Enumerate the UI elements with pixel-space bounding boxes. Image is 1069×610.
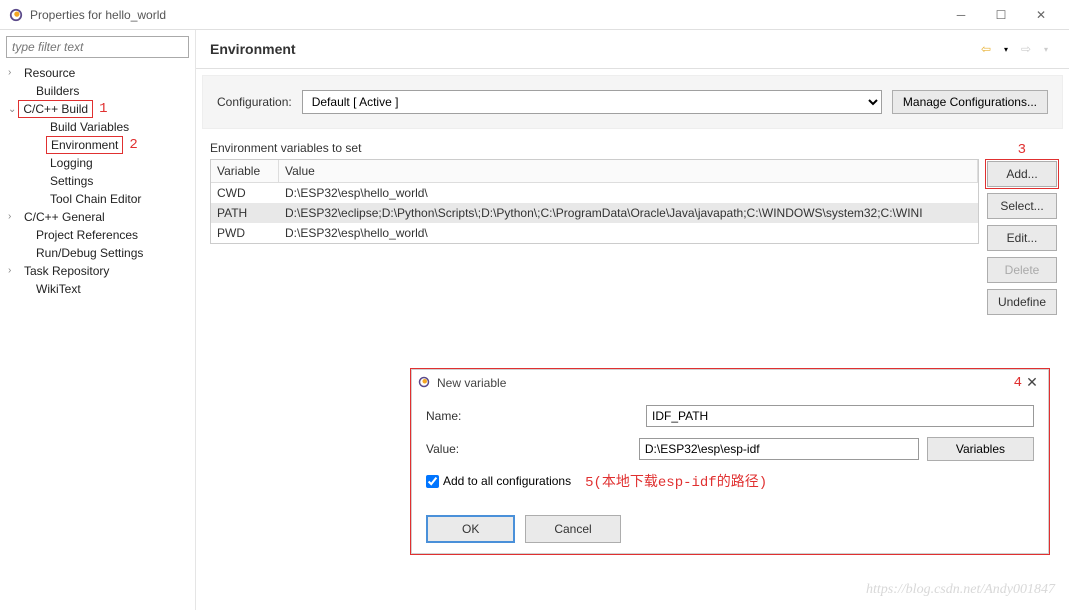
chevron-down-icon[interactable]: ⌄ bbox=[6, 104, 16, 115]
forward-dropdown-icon[interactable]: ▾ bbox=[1037, 40, 1055, 58]
tree-item-task-repo[interactable]: ›Task Repository bbox=[6, 262, 189, 280]
name-input[interactable] bbox=[646, 405, 1034, 427]
titlebar: Properties for hello_world ─ ☐ ✕ bbox=[0, 0, 1069, 30]
tree-item-ccpp-general[interactable]: ›C/C++ General bbox=[6, 208, 189, 226]
delete-button[interactable]: Delete bbox=[987, 257, 1057, 283]
add-all-configs-checkbox[interactable] bbox=[426, 475, 439, 488]
tree-item-build-variables[interactable]: Build Variables bbox=[6, 118, 189, 136]
tree-item-logging[interactable]: Logging bbox=[6, 154, 189, 172]
watermark: https://blog.csdn.net/Andy001847 bbox=[866, 582, 1055, 598]
dialog-title: New variable bbox=[437, 376, 844, 390]
annotation-4: 4 bbox=[1014, 375, 1022, 391]
property-tree: ›Resource Builders ⌄ C/C++ Build 1 Build… bbox=[6, 64, 189, 298]
page-title: Environment bbox=[210, 41, 977, 57]
annotation-5: 5(本地下载esp-idf的路径) bbox=[585, 471, 767, 491]
configuration-label: Configuration: bbox=[217, 95, 292, 109]
tree-item-run-debug[interactable]: Run/Debug Settings bbox=[6, 244, 189, 262]
edit-button[interactable]: Edit... bbox=[987, 225, 1057, 251]
variables-button[interactable]: Variables bbox=[927, 437, 1034, 461]
name-label: Name: bbox=[426, 409, 646, 423]
configuration-bar: Configuration: Default [ Active ] Manage… bbox=[202, 75, 1063, 129]
env-table: Variable Value CWD D:\ESP32\esp\hello_wo… bbox=[210, 159, 979, 244]
env-section-label: Environment variables to set bbox=[210, 141, 979, 155]
maximize-button[interactable]: ☐ bbox=[981, 1, 1021, 29]
tree-item-resource[interactable]: ›Resource bbox=[6, 64, 189, 82]
tree-item-ccpp-build[interactable]: C/C++ Build bbox=[18, 100, 93, 118]
eclipse-icon bbox=[8, 7, 24, 23]
configuration-select[interactable]: Default [ Active ] bbox=[302, 90, 882, 114]
column-variable[interactable]: Variable bbox=[211, 160, 279, 182]
cancel-button[interactable]: Cancel bbox=[525, 515, 620, 543]
tree-item-builders[interactable]: Builders bbox=[6, 82, 189, 100]
tree-item-settings[interactable]: Settings bbox=[6, 172, 189, 190]
annotation-3: 3 bbox=[1018, 142, 1026, 158]
minimize-button[interactable]: ─ bbox=[941, 1, 981, 29]
sidebar: ›Resource Builders ⌄ C/C++ Build 1 Build… bbox=[0, 30, 196, 610]
tree-item-wikitext[interactable]: WikiText bbox=[6, 280, 189, 298]
undefine-button[interactable]: Undefine bbox=[987, 289, 1057, 315]
annotation-2: 2 bbox=[129, 137, 137, 153]
add-button[interactable]: 3 Add... bbox=[987, 161, 1057, 187]
dialog-close-button[interactable]: ✕ bbox=[1022, 374, 1042, 391]
ok-button[interactable]: OK bbox=[426, 515, 515, 543]
table-row[interactable]: PWD D:\ESP32\esp\hello_world\ bbox=[211, 223, 978, 243]
checkbox-label: Add to all configurations bbox=[443, 474, 571, 488]
eclipse-icon bbox=[418, 376, 432, 390]
forward-arrow-icon[interactable]: ⇨ bbox=[1017, 40, 1035, 58]
table-row[interactable]: PATH D:\ESP32\eclipse;D:\Python\Scripts\… bbox=[211, 203, 978, 223]
manage-configurations-button[interactable]: Manage Configurations... bbox=[892, 90, 1048, 114]
select-button[interactable]: Select... bbox=[987, 193, 1057, 219]
annotation-1: 1 bbox=[99, 101, 107, 117]
value-label: Value: bbox=[426, 442, 639, 456]
table-row[interactable]: CWD D:\ESP32\esp\hello_world\ bbox=[211, 183, 978, 203]
filter-input[interactable] bbox=[6, 36, 189, 58]
new-variable-dialog: New variable 4 ✕ Name: Value: Variables bbox=[410, 368, 1050, 555]
tree-item-environment[interactable]: Environment bbox=[46, 136, 123, 154]
back-dropdown-icon[interactable]: ▾ bbox=[997, 40, 1015, 58]
tree-item-toolchain[interactable]: Tool Chain Editor bbox=[6, 190, 189, 208]
tree-item-project-references[interactable]: Project References bbox=[6, 226, 189, 244]
column-value[interactable]: Value bbox=[279, 160, 978, 182]
close-button[interactable]: ✕ bbox=[1021, 1, 1061, 29]
value-input[interactable] bbox=[639, 438, 919, 460]
back-arrow-icon[interactable]: ⇦ bbox=[977, 40, 995, 58]
window-title: Properties for hello_world bbox=[30, 8, 941, 22]
